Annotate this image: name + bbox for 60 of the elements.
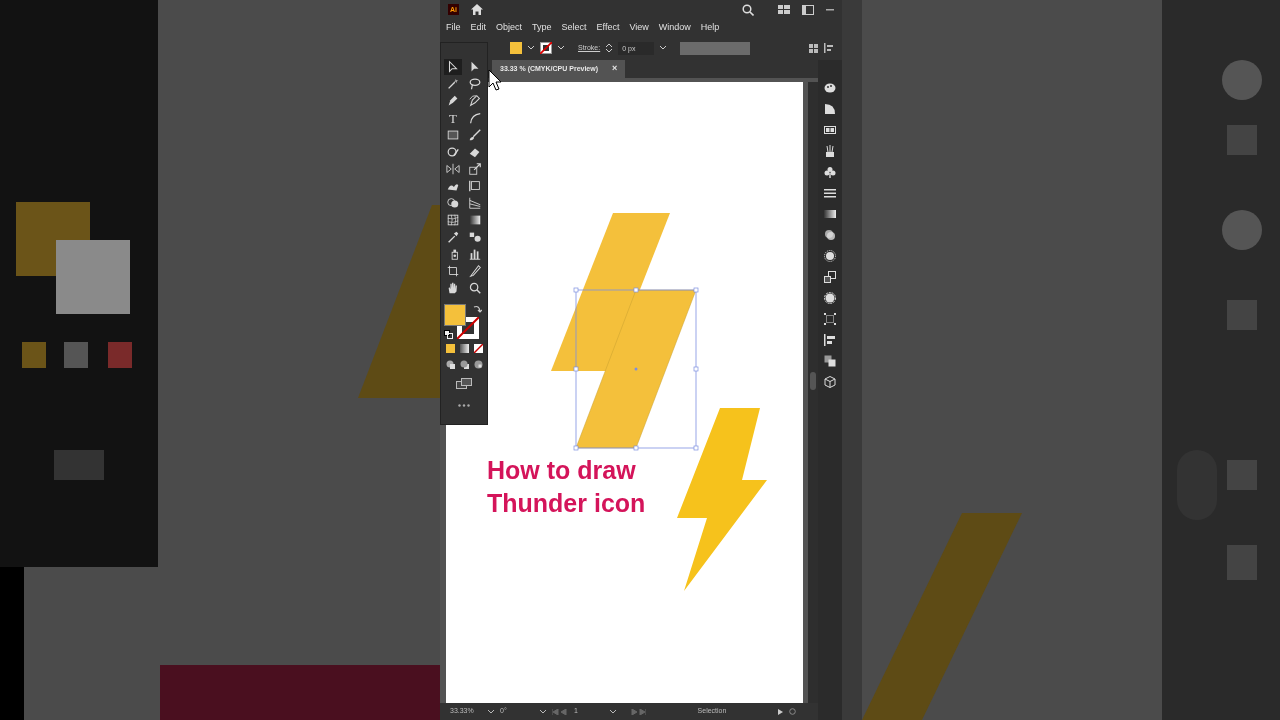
menu-item[interactable]: Window [658, 21, 691, 35]
screen-mode-icon[interactable] [456, 378, 472, 389]
scale-icon[interactable] [466, 161, 484, 177]
transparency-icon[interactable] [824, 229, 836, 241]
brushes-icon[interactable] [824, 145, 836, 157]
menu-item[interactable]: Object [496, 21, 523, 35]
more-tools-icon[interactable] [458, 404, 470, 407]
menu-item[interactable]: View [629, 21, 649, 35]
menu-item[interactable]: Effect [596, 21, 620, 35]
type-tool[interactable]: T [444, 110, 462, 126]
draw-behind-icon[interactable] [459, 360, 469, 369]
menu-item[interactable]: Type [532, 21, 552, 35]
stroke-lines-icon[interactable] [824, 187, 836, 199]
menu-item[interactable]: Help [700, 21, 720, 35]
caret-icon[interactable] [488, 709, 494, 714]
minimize-icon[interactable] [826, 8, 834, 11]
fill-swatch[interactable] [510, 42, 522, 55]
swatches-icon[interactable] [824, 124, 836, 136]
menu-item[interactable]: File [446, 21, 461, 35]
caret-icon[interactable] [610, 709, 616, 714]
align-icon[interactable] [824, 43, 834, 54]
grid-icon[interactable] [809, 43, 818, 53]
caret-icon[interactable] [528, 46, 534, 51]
caret-icon[interactable] [660, 46, 667, 51]
transform-icon[interactable] [824, 313, 836, 325]
swap-icon[interactable] [473, 304, 482, 313]
default-colors-icon[interactable] [444, 330, 453, 339]
workspace-icon[interactable] [778, 5, 790, 15]
stepper-icon[interactable] [606, 43, 613, 54]
align-left-icon[interactable] [824, 334, 836, 346]
tutorial-title: How to draw Thunder icon [487, 455, 646, 519]
record-icon[interactable] [789, 708, 796, 715]
search-icon[interactable] [742, 3, 754, 16]
draw-inside-icon[interactable] [473, 360, 483, 369]
draw-normal-icon[interactable] [445, 360, 455, 369]
menu-item[interactable]: Select [561, 21, 587, 35]
palette-icon[interactable] [824, 82, 836, 94]
caret-icon[interactable] [540, 709, 546, 714]
dashed-circle-icon[interactable] [824, 292, 836, 304]
reflect-icon[interactable] [444, 161, 462, 177]
arrow-pointer-icon[interactable] [444, 59, 462, 75]
play-icon[interactable] [778, 708, 783, 715]
gradient-mode-icon[interactable] [459, 344, 469, 353]
color-mode-icon[interactable] [445, 344, 455, 353]
none-mode-icon[interactable] [473, 344, 483, 353]
stroke-swatch[interactable] [540, 42, 552, 55]
opacity-dropdown[interactable] [680, 41, 751, 55]
gradient-panel-icon[interactable] [824, 208, 836, 220]
layers-icon[interactable] [824, 271, 836, 283]
appearance-icon[interactable] [824, 250, 836, 262]
close-tab-button[interactable]: × [612, 62, 618, 76]
cube-icon[interactable] [824, 376, 836, 388]
club-icon[interactable] [824, 166, 836, 178]
panel-layout-icon[interactable] [802, 4, 814, 15]
caret-icon[interactable] [558, 46, 564, 51]
menu-item[interactable]: Edit [470, 21, 487, 35]
fill-swatch[interactable] [444, 304, 466, 326]
home-icon[interactable] [471, 4, 483, 16]
pathfinder-icon[interactable] [824, 355, 836, 367]
scrollbar[interactable] [808, 82, 818, 703]
